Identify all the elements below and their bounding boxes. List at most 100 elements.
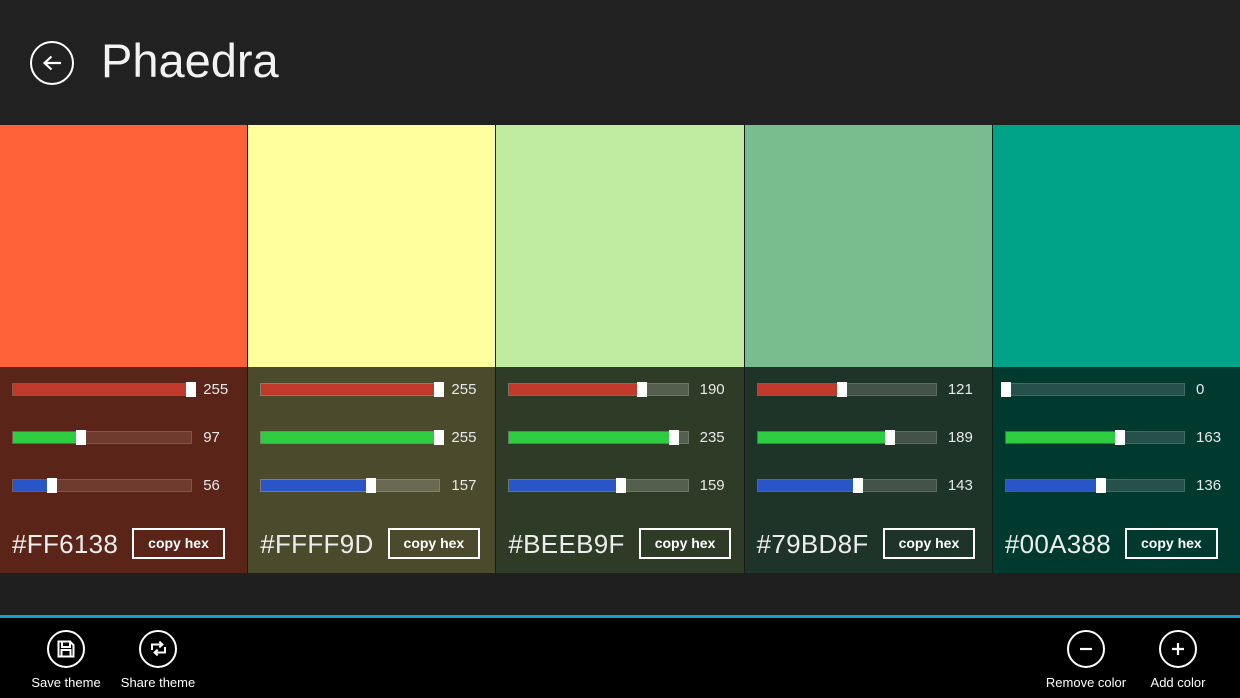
appbar-command-save-theme[interactable]: Save theme — [20, 630, 112, 689]
channel-value-b: 157 — [451, 478, 485, 493]
channel-slider-row-r: 190 — [508, 377, 743, 401]
copy-hex-button[interactable]: copy hex — [639, 528, 732, 559]
hex-value-label: #FFFF9D — [260, 531, 373, 557]
channel-value-r: 121 — [948, 382, 982, 397]
color-column: 255 97 56 #FF6138 copy hex — [0, 125, 248, 573]
channel-slider-r[interactable] — [260, 383, 440, 396]
channel-value-g: 189 — [948, 430, 982, 445]
hex-row: #BEEB9F copy hex — [508, 528, 733, 559]
copy-hex-button[interactable]: copy hex — [883, 528, 976, 559]
color-swatch[interactable] — [993, 125, 1240, 367]
channel-slider-r[interactable] — [508, 383, 688, 396]
channel-value-r: 255 — [451, 382, 485, 397]
slider-thumb[interactable] — [76, 430, 86, 445]
channel-slider-g[interactable] — [1005, 431, 1185, 444]
slider-fill — [261, 384, 439, 395]
channel-slider-g[interactable] — [260, 431, 440, 444]
appbar-left-commands: Save theme Share theme — [20, 618, 204, 698]
slider-fill — [261, 480, 371, 491]
slider-thumb[interactable] — [1096, 478, 1106, 493]
appbar-command-add-color[interactable]: Add color — [1132, 630, 1224, 689]
channel-slider-row-b: 56 — [12, 473, 247, 497]
appbar-command-remove-color[interactable]: Remove color — [1040, 630, 1132, 689]
hex-row: #FFFF9D copy hex — [260, 528, 485, 559]
appbar-command-label: Save theme — [31, 676, 100, 689]
color-controls-panel: 255 255 157 #FFFF9D copy hex — [248, 367, 495, 573]
color-column: 121 189 143 #79BD8Fcopy hex — [745, 125, 993, 573]
channel-value-b: 143 — [948, 478, 982, 493]
slider-thumb[interactable] — [616, 478, 626, 493]
copy-hex-button[interactable]: copy hex — [1125, 528, 1218, 559]
slider-thumb[interactable] — [366, 478, 376, 493]
channel-slider-row-g: 189 — [757, 425, 992, 449]
color-column: 255 255 157 #FFFF9D copy hex — [248, 125, 496, 573]
channel-slider-b[interactable] — [260, 479, 440, 492]
slider-fill — [1006, 480, 1101, 491]
color-swatch[interactable] — [745, 125, 992, 367]
copy-hex-button[interactable]: copy hex — [388, 528, 481, 559]
slider-thumb[interactable] — [853, 478, 863, 493]
slider-thumb[interactable] — [1001, 382, 1011, 397]
channel-slider-r[interactable] — [12, 383, 192, 396]
channel-slider-row-b: 157 — [260, 473, 495, 497]
color-swatch[interactable] — [496, 125, 743, 367]
channel-slider-row-b: 143 — [757, 473, 992, 497]
channel-value-r: 0 — [1196, 382, 1230, 397]
slider-fill — [13, 432, 81, 443]
appbar-command-share-theme[interactable]: Share theme — [112, 630, 204, 689]
slider-thumb[interactable] — [47, 478, 57, 493]
color-swatch[interactable] — [0, 125, 247, 367]
slider-fill — [509, 480, 620, 491]
hex-row: #79BD8Fcopy hex — [757, 528, 982, 559]
channel-slider-row-b: 136 — [1005, 473, 1240, 497]
slider-thumb[interactable] — [837, 382, 847, 397]
channel-slider-g[interactable] — [757, 431, 937, 444]
color-column: 190 235 159 #BEEB9F copy hex — [496, 125, 744, 573]
hex-row: #00A388 copy hex — [1005, 528, 1230, 559]
color-controls-panel: 121 189 143 #79BD8Fcopy hex — [745, 367, 992, 573]
channel-slider-row-r: 255 — [12, 377, 247, 401]
channel-value-g: 255 — [451, 430, 485, 445]
appbar-command-label: Remove color — [1046, 676, 1126, 689]
appbar-gap — [0, 573, 1240, 615]
slider-thumb[interactable] — [186, 382, 196, 397]
appbar-command-label: Add color — [1151, 676, 1206, 689]
channel-slider-row-r: 0 — [1005, 377, 1240, 401]
plus-icon — [1159, 630, 1197, 668]
channel-slider-g[interactable] — [508, 431, 688, 444]
hex-value-label: #FF6138 — [12, 531, 118, 557]
channel-slider-b[interactable] — [508, 479, 688, 492]
color-controls-panel: 255 97 56 #FF6138 copy hex — [0, 367, 247, 573]
channel-value-g: 163 — [1196, 430, 1230, 445]
channel-value-b: 159 — [700, 478, 734, 493]
back-arrow-icon — [41, 52, 63, 74]
copy-hex-button[interactable]: copy hex — [132, 528, 225, 559]
slider-thumb[interactable] — [637, 382, 647, 397]
color-controls-panel: 0 163 136 #00A388 copy hex — [993, 367, 1240, 573]
slider-thumb[interactable] — [885, 430, 895, 445]
channel-slider-row-g: 97 — [12, 425, 247, 449]
slider-thumb[interactable] — [434, 382, 444, 397]
channel-slider-b[interactable] — [12, 479, 192, 492]
channel-slider-g[interactable] — [12, 431, 192, 444]
hex-value-label: #00A388 — [1005, 531, 1111, 557]
slider-thumb[interactable] — [434, 430, 444, 445]
slider-thumb[interactable] — [1115, 430, 1125, 445]
back-button[interactable] — [30, 41, 74, 85]
channel-slider-b[interactable] — [757, 479, 937, 492]
color-columns: 255 97 56 #FF6138 copy hex 255 255 157 #FFFF9D co… — [0, 125, 1240, 573]
color-swatch[interactable] — [248, 125, 495, 367]
channel-slider-r[interactable] — [757, 383, 937, 396]
hex-value-label: #BEEB9F — [508, 531, 624, 557]
channel-slider-b[interactable] — [1005, 479, 1185, 492]
channel-slider-r[interactable] — [1005, 383, 1185, 396]
color-controls-panel: 190 235 159 #BEEB9F copy hex — [496, 367, 743, 573]
channel-value-r: 190 — [700, 382, 734, 397]
slider-fill — [509, 384, 642, 395]
page-title: Phaedra — [101, 37, 279, 84]
page-header: Phaedra — [0, 0, 1240, 125]
slider-fill — [758, 384, 843, 395]
channel-value-g: 235 — [700, 430, 734, 445]
app-root: Phaedra 255 97 56 #FF6138 copy hex 255 255 157 #… — [0, 0, 1240, 698]
slider-thumb[interactable] — [669, 430, 679, 445]
